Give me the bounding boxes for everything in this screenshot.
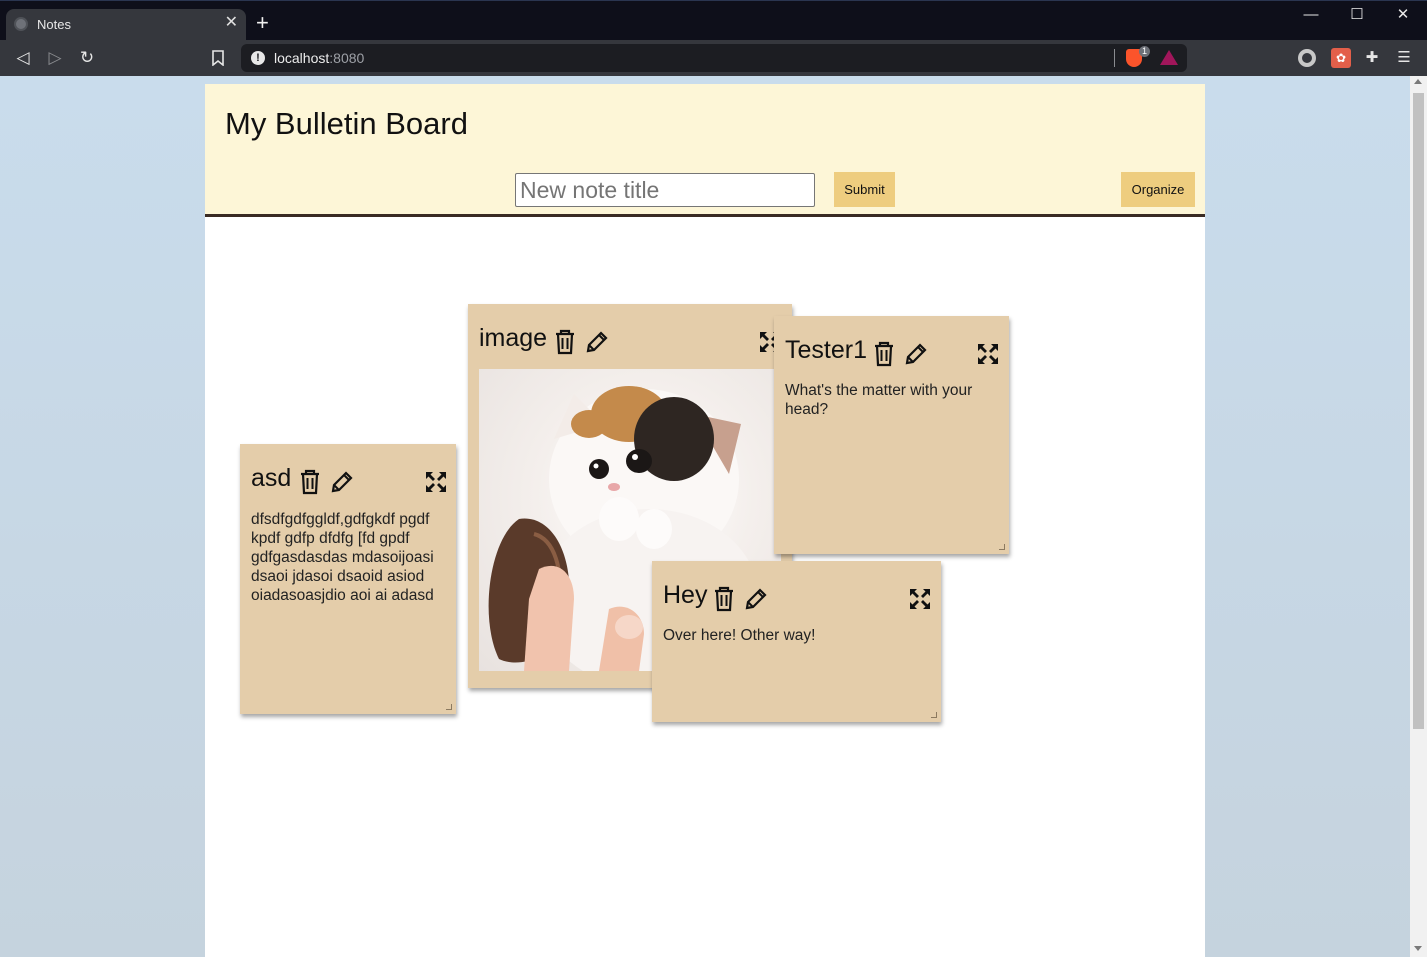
note-body: What's the matter with your head? <box>785 382 973 418</box>
back-icon[interactable]: ◁ <box>11 46 35 70</box>
note-title: Tester1 <box>785 336 867 364</box>
bookmark-icon[interactable] <box>206 46 230 70</box>
new-note-title-input[interactable] <box>515 173 815 207</box>
scroll-up-arrow-icon[interactable] <box>1414 79 1422 84</box>
forward-icon[interactable]: ▷ <box>43 46 67 70</box>
resize-handle[interactable] <box>999 544 1005 550</box>
pencil-icon[interactable] <box>329 469 353 495</box>
note-card[interactable]: Hey Over here! Other way! <box>652 561 941 722</box>
board-header: My Bulletin Board Submit Organize <box>205 84 1205 217</box>
globe-icon <box>14 17 28 31</box>
extension-circle-icon[interactable] <box>1298 49 1316 67</box>
reload-icon[interactable]: ↻ <box>75 46 99 70</box>
resize-handle[interactable] <box>446 704 452 710</box>
note-body: Over here! Other way! <box>663 627 816 644</box>
maximize-window-button[interactable]: ☐ <box>1334 4 1380 28</box>
page-scrollbar[interactable] <box>1410 76 1427 957</box>
url-port: :8080 <box>329 50 365 66</box>
info-icon[interactable]: ! <box>251 51 265 65</box>
organize-button[interactable]: Organize <box>1121 172 1195 207</box>
scroll-thumb[interactable] <box>1413 93 1424 729</box>
menu-icon[interactable]: ☰ <box>1394 48 1414 68</box>
note-body: dfsdfgdfggldf,gdfgkdf pgdf kpdf gdfp dfd… <box>251 511 434 604</box>
page-title: My Bulletin Board <box>225 106 468 141</box>
note-card[interactable]: Tester1 What's the matter with your head… <box>774 316 1009 554</box>
extension-red-icon[interactable]: ✿ <box>1331 48 1351 68</box>
shield-count-badge: 1 <box>1139 46 1151 57</box>
tab-title: Notes <box>37 17 71 32</box>
pencil-icon[interactable] <box>903 341 927 367</box>
tab-close-icon[interactable]: ✕ <box>225 14 238 32</box>
page-viewport: My Bulletin Board Submit Organize asd df… <box>0 76 1410 957</box>
browser-tab[interactable]: Notes ✕ <box>6 9 246 41</box>
trash-icon[interactable] <box>553 329 577 355</box>
resize-handle[interactable] <box>931 712 937 718</box>
address-divider <box>1114 49 1115 67</box>
scroll-down-arrow-icon[interactable] <box>1414 946 1422 951</box>
note-title: image <box>479 324 548 352</box>
close-window-button[interactable]: ✕ <box>1380 4 1426 28</box>
pencil-icon[interactable] <box>743 586 767 612</box>
minimize-window-button[interactable]: — <box>1288 4 1334 28</box>
expand-icon[interactable] <box>424 469 448 495</box>
trash-icon[interactable] <box>298 469 322 495</box>
expand-icon[interactable] <box>908 586 932 612</box>
url-host: localhost <box>274 50 330 66</box>
note-title: asd <box>251 464 292 492</box>
pencil-icon[interactable] <box>584 329 608 355</box>
extensions-puzzle-icon[interactable]: ✚ <box>1362 48 1382 68</box>
address-bar[interactable]: ! localhost:8080 1 <box>241 44 1187 72</box>
bulletin-board: My Bulletin Board Submit Organize asd df… <box>205 84 1205 957</box>
submit-button[interactable]: Submit <box>834 172 895 207</box>
note-card[interactable]: asd dfsdfgdfggldf,gdfgkdf pgdf kpdf gdfp… <box>240 444 456 714</box>
browser-tab-bar: Notes ✕ + <box>0 0 1427 41</box>
browser-toolbar: ◁ ▷ ↻ ! localhost:8080 1 ✿ ✚ ☰ <box>0 40 1427 76</box>
expand-icon[interactable] <box>976 341 1000 367</box>
brave-rewards-icon[interactable] <box>1160 50 1178 65</box>
url-text: localhost:8080 <box>274 50 364 66</box>
note-title: Hey <box>663 581 708 609</box>
new-tab-button[interactable]: + <box>256 12 269 34</box>
trash-icon[interactable] <box>872 341 896 367</box>
trash-icon[interactable] <box>712 586 736 612</box>
